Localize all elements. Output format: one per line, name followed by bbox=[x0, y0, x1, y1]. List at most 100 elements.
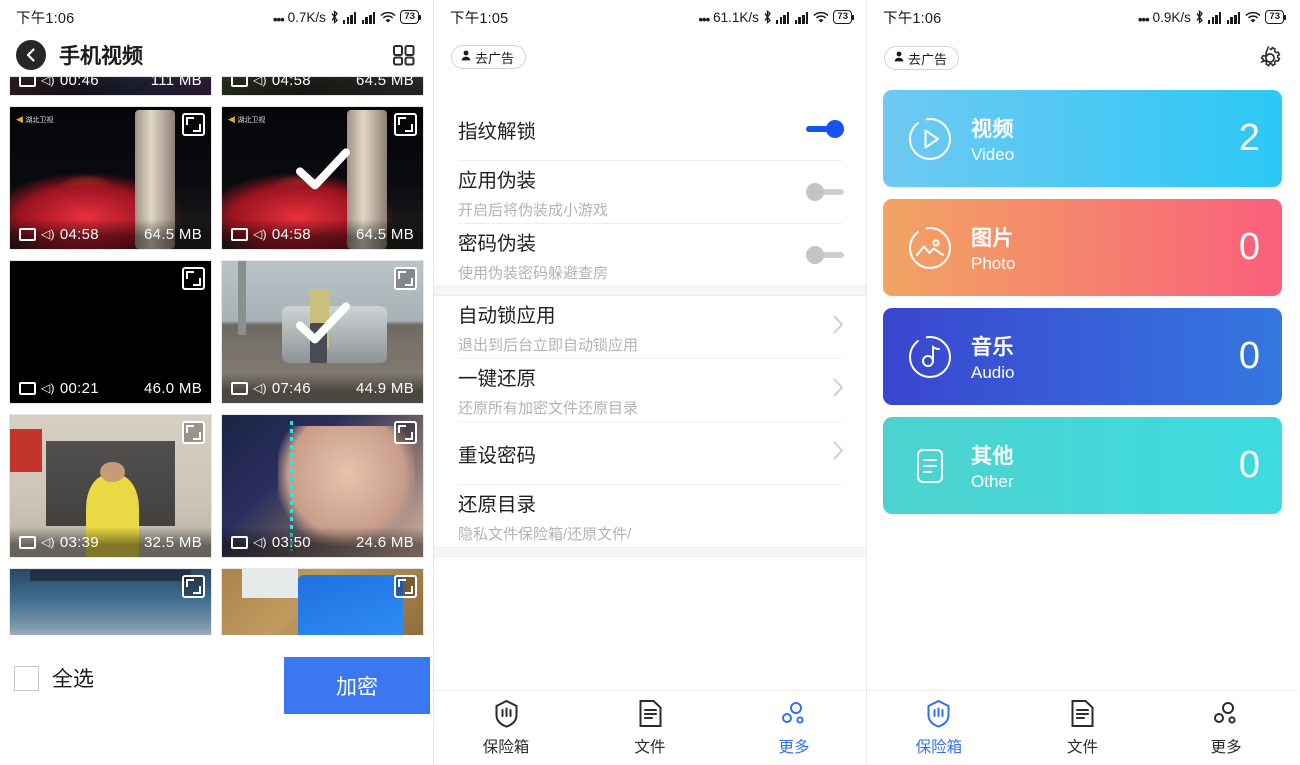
setting-title: 重设密码 bbox=[458, 444, 537, 467]
video-size: 46.0 MB bbox=[144, 379, 202, 397]
select-all-label: 全选 bbox=[52, 668, 94, 691]
card-title-en: Other bbox=[971, 471, 1014, 491]
video-size: 64.5 MB bbox=[356, 76, 414, 89]
video-thumb-1[interactable]: ◁) 00:46 111 MB bbox=[9, 76, 212, 96]
card-audio[interactable]: 音乐 Audio 0 bbox=[883, 308, 1282, 405]
expand-icon[interactable] bbox=[182, 267, 205, 290]
bluetooth-icon bbox=[330, 9, 339, 24]
expand-icon[interactable] bbox=[182, 421, 205, 444]
status-bar-middle: 下午1:05 ••• 61.1K/s 73 bbox=[434, 0, 866, 34]
setting-title: 密码伪装 bbox=[458, 233, 537, 255]
signal-icon-1 bbox=[1207, 11, 1223, 24]
video-grid: ◁) 00:46 111 MB ◁) 04:58 64.5 MB ◀ 湖北卫视 ◁)… bbox=[0, 76, 433, 635]
video-size: 64.5 MB bbox=[356, 225, 414, 243]
setting-row-restore-directory[interactable]: 还原目录 隐私文件保险箱/还原文件/ bbox=[434, 485, 866, 547]
card-video[interactable]: 视频 Video 2 bbox=[883, 90, 1282, 187]
tab-more[interactable]: 更多 bbox=[722, 700, 866, 757]
card-title-cn: 其他 bbox=[971, 444, 1014, 468]
status-time: 下午1:06 bbox=[883, 10, 942, 27]
card-other[interactable]: 其他 Other 0 bbox=[883, 417, 1282, 514]
chevron-right-icon bbox=[833, 441, 844, 465]
expand-icon[interactable] bbox=[394, 575, 417, 598]
password-disguise-toggle[interactable] bbox=[806, 246, 844, 264]
status-dots: ••• bbox=[1137, 11, 1150, 27]
wifi-icon bbox=[380, 11, 396, 24]
chevron-right-icon bbox=[833, 378, 844, 402]
card-count: 2 bbox=[1238, 117, 1260, 159]
video-thumb-4[interactable]: ◀ 湖北卫视 ◁) 04:58 64.5 MB bbox=[221, 106, 424, 250]
video-duration: 03:50 bbox=[271, 533, 311, 551]
setting-subtitle: 使用伪装密码躲避查房 bbox=[458, 265, 609, 282]
tab-label: 保险箱 bbox=[482, 738, 530, 756]
wifi-icon bbox=[1245, 11, 1261, 24]
wifi-icon bbox=[813, 11, 829, 24]
setting-row-password-disguise[interactable]: 密码伪装 使用伪装密码躲避查房 bbox=[434, 224, 866, 286]
tab-files[interactable]: 文件 bbox=[578, 700, 722, 757]
status-bar-right: 下午1:06 ••• 0.9K/s 73 bbox=[867, 0, 1298, 34]
video-duration: 03:39 bbox=[59, 533, 99, 551]
remove-ads-button[interactable]: 去广告 bbox=[451, 45, 527, 69]
video-picker-actionbar: 全选 加密 bbox=[0, 639, 433, 765]
selected-check-icon bbox=[294, 147, 352, 198]
fingerprint-toggle[interactable] bbox=[806, 120, 844, 138]
more-icon bbox=[780, 700, 808, 728]
settings-header: 去广告 bbox=[434, 34, 866, 80]
back-icon[interactable] bbox=[16, 40, 46, 70]
setting-subtitle: 退出到后台立即自动锁应用 bbox=[458, 337, 639, 354]
tab-safe[interactable]: 保险箱 bbox=[434, 699, 578, 757]
status-network-speed: 61.1K/s bbox=[713, 9, 759, 25]
signal-icon-2 bbox=[361, 11, 377, 24]
tab-files[interactable]: 文件 bbox=[1011, 700, 1155, 757]
expand-icon[interactable] bbox=[182, 575, 205, 598]
more-icon bbox=[1212, 700, 1240, 728]
setting-subtitle: 隐私文件保险箱/还原文件/ bbox=[458, 526, 632, 543]
remove-ads-button[interactable]: 去广告 bbox=[884, 46, 960, 70]
video-thumb-6[interactable]: ◁) 07:46 44.9 MB bbox=[221, 260, 424, 404]
signal-icon-1 bbox=[775, 11, 791, 24]
vault-header: 去广告 bbox=[867, 34, 1298, 82]
video-thumb-5[interactable]: ◁) 00:21 46.0 MB bbox=[9, 260, 212, 404]
video-thumb-9[interactable] bbox=[9, 568, 212, 635]
video-thumb-8[interactable]: ◁) 03:50 24.6 MB bbox=[221, 414, 424, 558]
status-dots: ••• bbox=[272, 11, 285, 27]
card-photo[interactable]: 图片 Photo 0 bbox=[883, 199, 1282, 296]
select-all-checkbox[interactable] bbox=[14, 665, 39, 691]
expand-icon[interactable] bbox=[394, 421, 417, 444]
gear-icon[interactable] bbox=[1256, 44, 1284, 72]
expand-icon[interactable] bbox=[394, 267, 417, 290]
card-title-en: Audio bbox=[971, 362, 1015, 382]
setting-row-reset-password[interactable]: 重设密码 bbox=[434, 422, 866, 484]
tab-label: 更多 bbox=[1210, 738, 1242, 756]
select-all-row[interactable]: 全选 bbox=[14, 663, 94, 693]
setting-row-fingerprint[interactable]: 指纹解锁 bbox=[434, 98, 866, 160]
tab-safe[interactable]: 保险箱 bbox=[867, 699, 1011, 757]
selected-check-icon bbox=[294, 301, 352, 352]
panel-vault-home: 下午1:06 ••• 0.9K/s 73 去广告 视频 Video 2 图片 P… bbox=[867, 0, 1298, 765]
remove-ads-label: 去广告 bbox=[475, 50, 515, 66]
setting-row-one-key-restore[interactable]: 一键还原 还原所有加密文件还原目录 bbox=[434, 359, 866, 421]
panel-video-picker: 下午1:06 ••• 0.7K/s 73 手机视频 ◁) 00:46 111 M… bbox=[0, 0, 433, 765]
setting-row-app-disguise[interactable]: 应用伪装 开启后将伪装成小游戏 bbox=[434, 161, 866, 223]
video-duration: 04:58 bbox=[59, 225, 99, 243]
video-size: 111 MB bbox=[150, 76, 202, 89]
expand-icon[interactable] bbox=[394, 113, 417, 136]
encrypt-button[interactable]: 加密 bbox=[284, 657, 430, 714]
app-disguise-toggle[interactable] bbox=[806, 183, 844, 201]
document-icon bbox=[1070, 700, 1095, 728]
video-duration: 04:58 bbox=[271, 225, 311, 243]
setting-row-autolock[interactable]: 自动锁应用 退出到后台立即自动锁应用 bbox=[434, 296, 866, 358]
tab-more[interactable]: 更多 bbox=[1154, 700, 1298, 757]
video-thumb-3[interactable]: ◀ 湖北卫视 ◁) 04:58 64.5 MB bbox=[9, 106, 212, 250]
video-thumb-10[interactable] bbox=[221, 568, 424, 635]
card-count: 0 bbox=[1238, 335, 1260, 377]
card-title-cn: 音乐 bbox=[971, 335, 1014, 359]
expand-icon[interactable] bbox=[182, 113, 205, 136]
signal-icon-2 bbox=[794, 11, 810, 24]
tab-label: 文件 bbox=[1067, 738, 1099, 756]
video-thumb-2[interactable]: ◁) 04:58 64.5 MB bbox=[221, 76, 424, 96]
vault-category-cards: 视频 Video 2 图片 Photo 0 音乐 Audio 0 其他 Othe… bbox=[867, 82, 1298, 514]
video-thumb-7[interactable]: ◁) 03:39 32.5 MB bbox=[9, 414, 212, 558]
shield-icon bbox=[925, 699, 952, 728]
video-duration: 07:46 bbox=[271, 379, 311, 397]
grid-view-icon[interactable] bbox=[391, 42, 417, 68]
